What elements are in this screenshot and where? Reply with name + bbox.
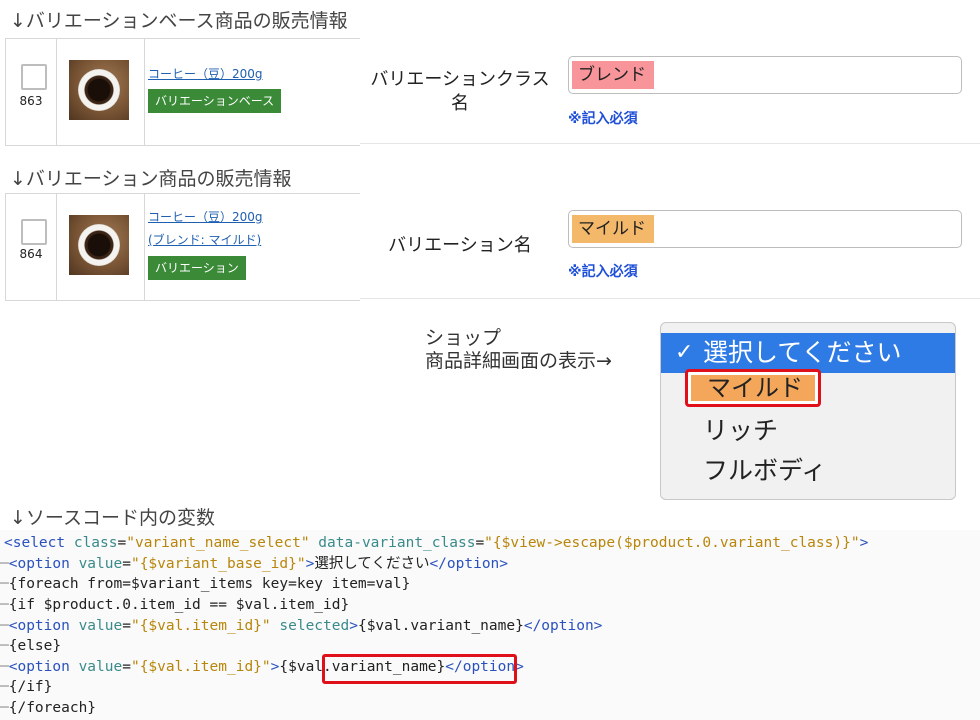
variation-name-value: マイルド (572, 215, 654, 243)
dropdown-option-placeholder[interactable]: ✓ 選択してください (661, 333, 955, 373)
product-id-cell: 863 (5, 39, 57, 145)
code-line-9: ─{/foreach} (0, 700, 97, 716)
variation-class-name-input[interactable]: ブレンド (568, 56, 962, 94)
variation-base-panel: 863 コーヒー（豆）200g バリエーションベース バリエーションクラス 名 … (0, 38, 980, 146)
product-variant-link[interactable]: (ブレンド: マイルド) (148, 231, 261, 248)
checkmark-icon: ✓ (675, 340, 694, 365)
variation-base-badge: バリエーションベース (148, 89, 282, 113)
product-table-variant: 864 コーヒー（豆）200g (ブレンド: マイルド) バリエーション (5, 193, 360, 301)
variation-class-name-label: バリエーションクラス 名 (370, 69, 550, 114)
source-code-block: <select class="variant_name_select" data… (0, 530, 980, 720)
code-line-2: ─<option value="{$variant_base_id}">選択して… (0, 556, 509, 572)
dropdown-option-label: 選択してください (703, 338, 902, 367)
dropdown-option-label: リッチ (703, 416, 779, 445)
section-heading-source: ↓ソースコード内の変数 (10, 507, 215, 529)
variation-badge: バリエーション (148, 256, 246, 280)
select-checkbox[interactable] (21, 64, 47, 90)
code-highlight-box (322, 654, 517, 684)
coffee-thumbnail (69, 60, 129, 120)
code-line-5: ─<option value="{$val.item_id}" selected… (0, 618, 603, 634)
product-name-cell: コーヒー（豆）200g バリエーションベース (148, 39, 358, 145)
dropdown-option-rich[interactable]: リッチ (661, 411, 955, 451)
dropdown-option-label: フルボディ (703, 456, 827, 485)
shop-label-line2: 商品詳細画面の表示→ (425, 350, 612, 372)
coffee-cup-icon (78, 224, 120, 266)
code-line-1: <select class="variant_name_select" data… (4, 535, 869, 551)
required-note: ※記入必須 (568, 264, 638, 280)
product-image-cell (56, 194, 145, 300)
variation-class-name-value: ブレンド (572, 61, 654, 89)
section-heading-variant: ↓バリエーション商品の販売情報 (10, 168, 292, 190)
code-line-6: ─{else} (0, 638, 62, 654)
select-checkbox[interactable] (21, 219, 47, 245)
product-id: 863 (19, 94, 43, 108)
variation-panel: 864 コーヒー（豆）200g (ブレンド: マイルド) バリエーション バリエ… (0, 193, 980, 301)
shop-label-line1: ショップ (425, 327, 502, 349)
product-image-cell (56, 39, 145, 145)
highlight-box: マイルド (685, 369, 821, 407)
variant-select-dropdown[interactable]: ✓ 選択してください マイルド リッチ フルボディ (660, 322, 956, 500)
product-id: 864 (19, 247, 43, 261)
row-divider (360, 298, 980, 299)
product-name-link[interactable]: コーヒー（豆）200g (148, 208, 263, 225)
code-line-3: ─{foreach from=$variant_items key=key it… (0, 576, 411, 592)
code-line-8: ─{/if} (0, 679, 53, 695)
coffee-cup-icon (78, 69, 120, 111)
dropdown-option-mild[interactable]: マイルド (691, 375, 815, 401)
product-name-cell: コーヒー（豆）200g (ブレンド: マイルド) バリエーション (148, 194, 358, 300)
product-table-base: 863 コーヒー（豆）200g バリエーションベース (5, 38, 360, 146)
code-line-4: ─{if $product.0.item_id == $val.item_id} (0, 597, 350, 613)
required-note: ※記入必須 (568, 111, 638, 127)
coffee-thumbnail (69, 215, 129, 275)
product-id-cell: 864 (5, 194, 57, 300)
shop-display-label: ショップ 商品詳細画面の表示→ (425, 327, 612, 373)
dropdown-option-fullbody[interactable]: フルボディ (661, 451, 955, 491)
product-name-link[interactable]: コーヒー（豆）200g (148, 65, 263, 82)
section-heading-base: ↓バリエーションベース商品の販売情報 (10, 10, 348, 32)
variation-name-label: バリエーション名 (388, 235, 532, 256)
row-divider (360, 143, 980, 144)
variation-name-input[interactable]: マイルド (568, 210, 962, 248)
